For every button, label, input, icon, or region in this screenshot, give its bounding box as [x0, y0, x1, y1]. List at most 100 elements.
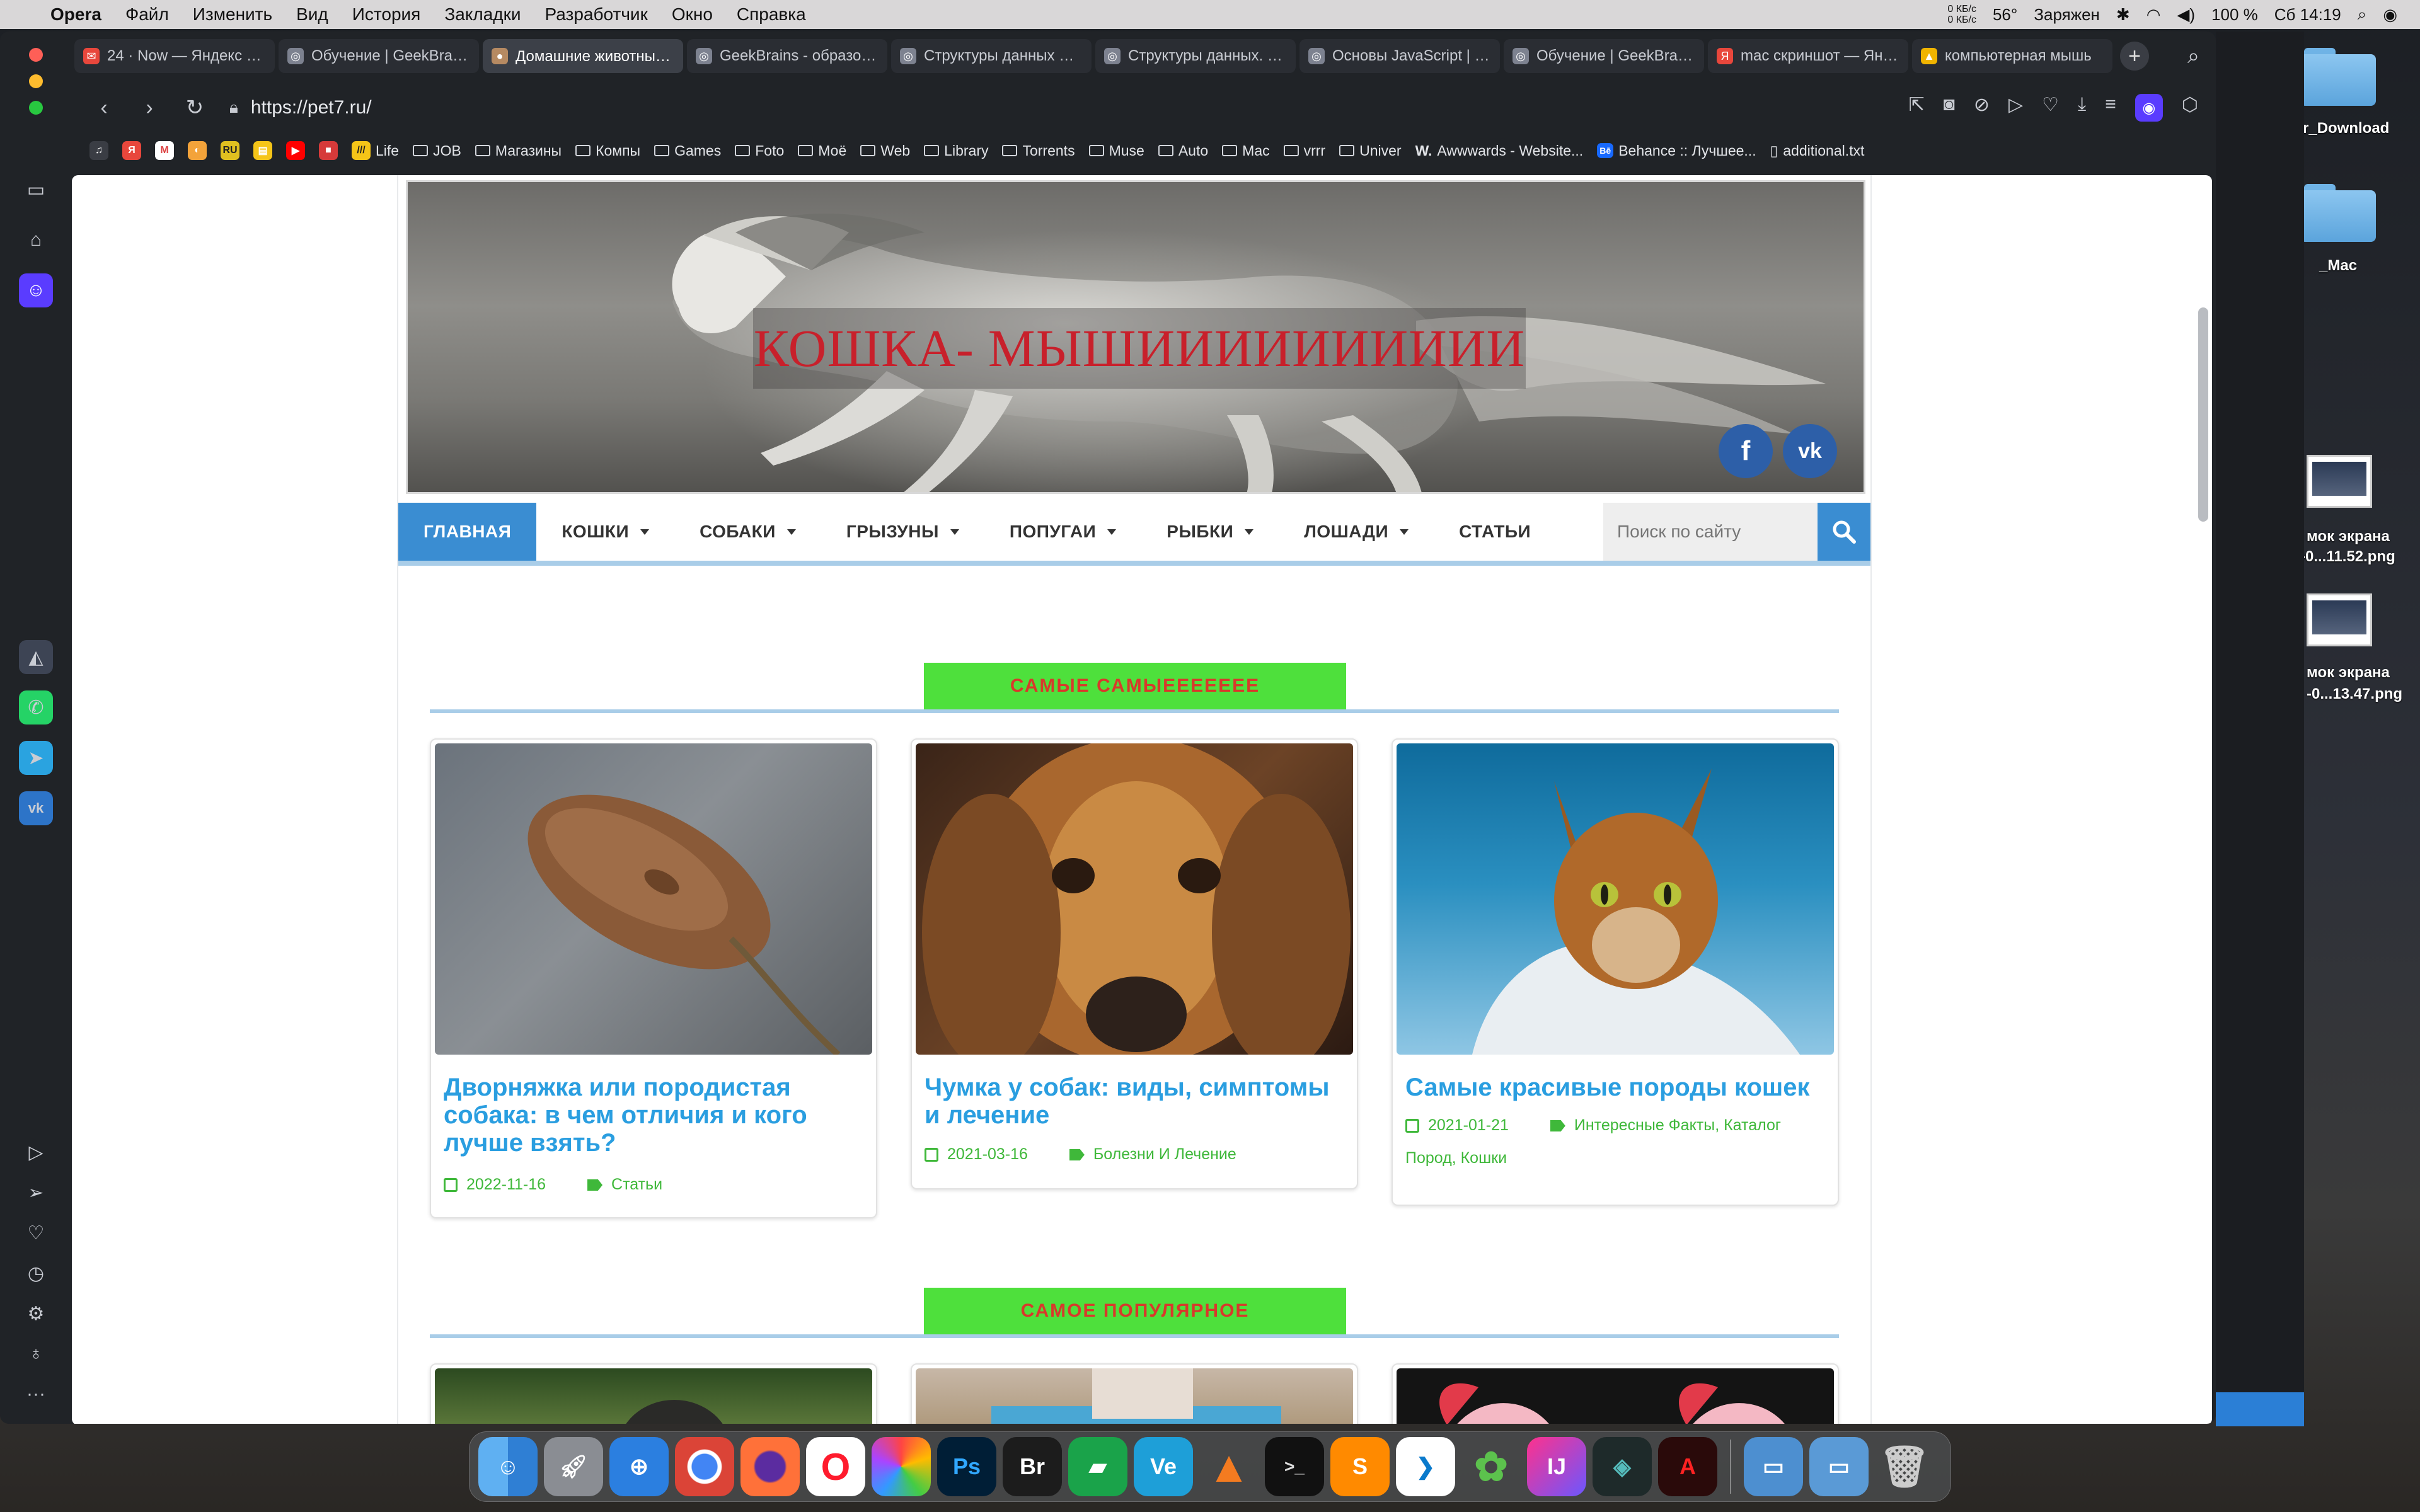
headphones-icon[interactable]: ♫ — [89, 141, 108, 160]
photos-icon[interactable] — [872, 1437, 931, 1496]
downloads-folder-icon[interactable]: ▭ — [1809, 1437, 1869, 1496]
lock-icon[interactable]: 🔒︎ — [229, 98, 238, 118]
bookmark-folder-library[interactable]: Library — [924, 142, 988, 159]
article-card[interactable] — [1392, 1363, 1839, 1424]
settings-icon[interactable]: ⚙ — [19, 1297, 53, 1331]
bookmark-folder-vrrr[interactable]: vrrr — [1283, 142, 1325, 159]
terminal-icon[interactable]: >_ — [1265, 1437, 1324, 1496]
bookmark-folder-mine[interactable]: Моё — [798, 142, 846, 159]
desktop-label[interactable]: мок экрана — [2307, 528, 2390, 546]
desktop-label[interactable]: мок экрана — [2307, 664, 2390, 682]
trash-icon[interactable]: 🗑︎ — [1875, 1437, 1934, 1496]
search-icon[interactable] — [1818, 503, 1870, 561]
tab-pets-active[interactable]: ● Домашние животные 🐶 — [483, 39, 683, 73]
extensions-icon[interactable]: ⬡ — [2182, 94, 2198, 122]
bookmark-folder-shops[interactable]: Магазины — [475, 142, 562, 159]
intellij-icon[interactable]: IJ — [1527, 1437, 1586, 1496]
back-icon[interactable]: ‹ — [88, 96, 120, 120]
menu-view[interactable]: Вид — [296, 4, 328, 25]
desktop-label[interactable]: r_Download — [2303, 120, 2389, 137]
opera-icon[interactable]: O — [806, 1437, 865, 1496]
more-icon[interactable]: ··· — [19, 1377, 53, 1411]
battery-percent[interactable]: 100 % — [2211, 5, 2258, 25]
app-icon[interactable]: ◭ — [19, 640, 53, 674]
battery-status-text[interactable]: Заряжен — [2034, 5, 2100, 25]
menu-window[interactable]: Окно — [672, 4, 713, 25]
tab-search-icon[interactable]: ⌕ — [2187, 44, 2199, 69]
bookmark-folder-univer[interactable]: Univer — [1339, 142, 1402, 159]
gitkraken-icon[interactable]: ◈ — [1593, 1437, 1652, 1496]
nav-horses[interactable]: ЛОШАДИ — [1279, 503, 1434, 561]
easy-setup-icon[interactable]: ≡ — [2105, 94, 2116, 122]
bridge-icon[interactable]: Br — [1003, 1437, 1062, 1496]
card-image-cockatoos[interactable] — [1397, 1368, 1834, 1424]
article-card[interactable] — [430, 1363, 877, 1424]
article-card[interactable] — [911, 1363, 1358, 1424]
card-category[interactable]: Статьи — [611, 1176, 662, 1193]
tab-geekbrains-edu[interactable]: ◎GeekBrains - образовательный — [687, 39, 887, 73]
gmail-icon[interactable]: M — [155, 141, 174, 160]
card-title[interactable]: Самые красивые породы кошек — [1405, 1074, 1828, 1101]
nav-fish[interactable]: РЫБКИ — [1141, 503, 1279, 561]
home-icon[interactable]: ⌂ — [19, 223, 53, 257]
card-image-vet[interactable] — [916, 1368, 1353, 1424]
yandex-bookmark-icon[interactable]: Я — [122, 141, 141, 160]
nav-parrots[interactable]: ПОПУГАИ — [984, 503, 1141, 561]
spotlight-icon[interactable]: ⌕ — [2358, 4, 2367, 25]
nav-dogs[interactable]: СОБАКИ — [674, 503, 821, 561]
clock[interactable]: Сб 14:19 — [2274, 5, 2341, 25]
firefox-icon[interactable] — [740, 1437, 800, 1496]
telegram-icon[interactable]: ➤ — [19, 741, 53, 775]
wifi-icon[interactable]: ◠ — [2146, 5, 2161, 25]
bookmark-awwwards[interactable]: W. Awwwards - Website... — [1415, 142, 1584, 159]
volume-icon[interactable]: ◀) — [2177, 5, 2195, 25]
reload-icon[interactable]: ↻ — [179, 95, 210, 120]
launchpad-icon[interactable]: 🚀︎ — [544, 1437, 603, 1496]
share-icon[interactable]: ⇱ — [1909, 94, 1925, 122]
screenshot-thumbnail[interactable] — [2307, 455, 2372, 508]
nav-home[interactable]: ГЛАВНАЯ — [398, 503, 537, 561]
vscode-icon[interactable]: ❯ — [1396, 1437, 1455, 1496]
menu-file[interactable]: Файл — [125, 4, 169, 25]
ru-bookmark-icon[interactable]: RU — [221, 141, 239, 160]
youtube-icon[interactable]: ▶ — [286, 141, 305, 160]
bookmark-behance[interactable]: Bē Behance :: Лучшее... — [1597, 142, 1756, 159]
bookmark-icon[interactable]: ■ — [319, 141, 338, 160]
forward-icon[interactable]: › — [134, 96, 165, 120]
menu-developer[interactable]: Разработчик — [545, 4, 648, 25]
minimize-window-button[interactable] — [29, 74, 43, 88]
player-icon[interactable]: ▷ — [19, 1135, 53, 1169]
tab-yandex-mail[interactable]: ✉24 · Now — Яндекс Почта — [74, 39, 275, 73]
close-window-button[interactable] — [29, 48, 43, 62]
bookmark-folder-torrents[interactable]: Torrents — [1002, 142, 1075, 159]
card-title[interactable]: Дворняжка или породистая собака: в чем о… — [444, 1074, 866, 1157]
menu-history[interactable]: История — [352, 4, 421, 25]
screenshot-thumbnail[interactable] — [2307, 593, 2372, 646]
bookmark-folder-web[interactable]: Web — [860, 142, 910, 159]
aria-icon[interactable]: ☺ — [19, 273, 53, 307]
desktop-folder-icon[interactable] — [2300, 184, 2376, 242]
bookmark-folder-muse[interactable]: Muse — [1088, 142, 1144, 159]
site-search-input[interactable] — [1603, 503, 1818, 561]
zoom-window-button[interactable] — [29, 101, 43, 115]
tab-js-basics[interactable]: ◎Основы JavaScript | GeekBrains — [1299, 39, 1500, 73]
tab-yandex-search[interactable]: Яmac скриншот — Яндекс — [1708, 39, 1908, 73]
bookmark-heart-icon[interactable]: ♡ — [2042, 94, 2059, 122]
bluetooth-icon[interactable]: ✱ — [2116, 5, 2130, 25]
menu-help[interactable]: Справка — [737, 4, 806, 25]
acrobat-icon[interactable]: A — [1658, 1437, 1717, 1496]
finder-icon[interactable]: ☺ — [478, 1437, 538, 1496]
bookmark-folder-job[interactable]: JOB — [413, 142, 461, 159]
card-image-dog-grass[interactable] — [435, 1368, 872, 1424]
safari-icon[interactable]: ⊕ — [609, 1437, 669, 1496]
new-tab-button[interactable]: + — [2120, 42, 2149, 71]
desktop-folder-icon[interactable] — [2300, 48, 2376, 106]
vscode-alt-icon[interactable]: Ve — [1134, 1437, 1193, 1496]
briefcase-icon[interactable]: ▭ — [19, 173, 53, 207]
article-card[interactable]: Дворняжка или породистая собака: в чем о… — [430, 738, 877, 1218]
url-field[interactable]: https://pet7.ru/ — [251, 97, 372, 118]
download-icon[interactable]: ⤓ — [2078, 94, 2086, 122]
clover-icon[interactable]: ✿ — [1461, 1437, 1521, 1496]
article-card[interactable]: Самые красивые породы кошек 2021-01-21 Ин… — [1392, 738, 1839, 1206]
tab-geekbrains[interactable]: ◎ Обучение | GeekBrains — [279, 39, 479, 73]
